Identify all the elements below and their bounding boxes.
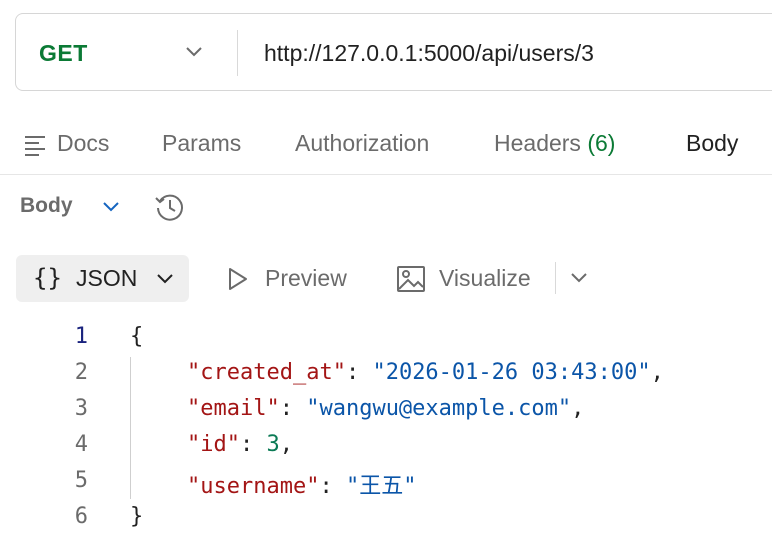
play-icon xyxy=(229,268,247,290)
json-line: "email": "wangwu@example.com", xyxy=(187,396,585,421)
tab-headers[interactable]: Headers (6) xyxy=(494,130,615,157)
json-comma: , xyxy=(650,360,664,385)
request-tabs: Docs Params Authorization Headers (6) Bo… xyxy=(0,112,772,175)
line-number: 2 xyxy=(74,360,88,385)
headers-count: (6) xyxy=(587,130,616,156)
toolbar-divider xyxy=(555,262,556,294)
json-line: "username": "王五" xyxy=(187,474,417,499)
json-comma: , xyxy=(571,396,585,421)
response-body-label[interactable]: Body xyxy=(20,194,73,218)
indent-guide xyxy=(130,357,131,499)
json-line: "id": 3, xyxy=(187,432,293,457)
json-value: 3 xyxy=(266,432,280,457)
chevron-down-icon xyxy=(157,274,173,284)
request-url-bar: GET http://127.0.0.1:5000/api/users/3 xyxy=(15,13,772,91)
json-value: "wangwu@example.com" xyxy=(306,396,572,421)
url-input[interactable]: http://127.0.0.1:5000/api/users/3 xyxy=(264,14,594,92)
json-close-brace: } xyxy=(130,504,144,529)
docs-icon xyxy=(25,136,45,156)
line-number: 6 xyxy=(74,504,88,529)
json-key: "id" xyxy=(187,432,240,457)
chevron-down-icon[interactable] xyxy=(569,270,589,286)
url-divider xyxy=(237,30,238,76)
visualize-label: Visualize xyxy=(439,265,531,291)
json-viewer[interactable]: 1 { 2 "created_at": "2026-01-26 03:43:00… xyxy=(0,320,772,542)
tab-params[interactable]: Params xyxy=(162,130,241,157)
json-key: "created_at" xyxy=(187,360,346,385)
format-json-button[interactable]: {} JSON xyxy=(16,255,189,302)
tab-headers-label: Headers xyxy=(494,130,581,156)
json-key: "email" xyxy=(187,396,280,421)
method-select[interactable]: GET xyxy=(39,14,88,92)
chevron-down-icon[interactable] xyxy=(184,44,204,60)
line-number: 5 xyxy=(74,468,88,493)
line-number: 3 xyxy=(74,396,88,421)
chevron-down-icon[interactable] xyxy=(101,199,121,215)
json-value: "王五" xyxy=(345,474,417,499)
format-label: JSON xyxy=(76,265,138,291)
json-value: "2026-01-26 03:43:00" xyxy=(372,360,651,385)
line-number: 1 xyxy=(74,324,88,349)
json-comma: , xyxy=(279,432,293,457)
history-icon[interactable] xyxy=(153,190,187,224)
line-number: 4 xyxy=(74,432,88,457)
preview-label: Preview xyxy=(265,265,347,291)
braces-icon: {} xyxy=(33,264,62,292)
tab-authorization[interactable]: Authorization xyxy=(295,130,429,157)
json-key: "username" xyxy=(187,474,320,499)
image-icon xyxy=(397,266,425,292)
tab-docs[interactable]: Docs xyxy=(57,130,109,157)
json-line: "created_at": "2026-01-26 03:43:00", xyxy=(187,360,664,385)
json-open-brace: { xyxy=(130,324,144,349)
tab-body[interactable]: Body xyxy=(686,130,738,157)
